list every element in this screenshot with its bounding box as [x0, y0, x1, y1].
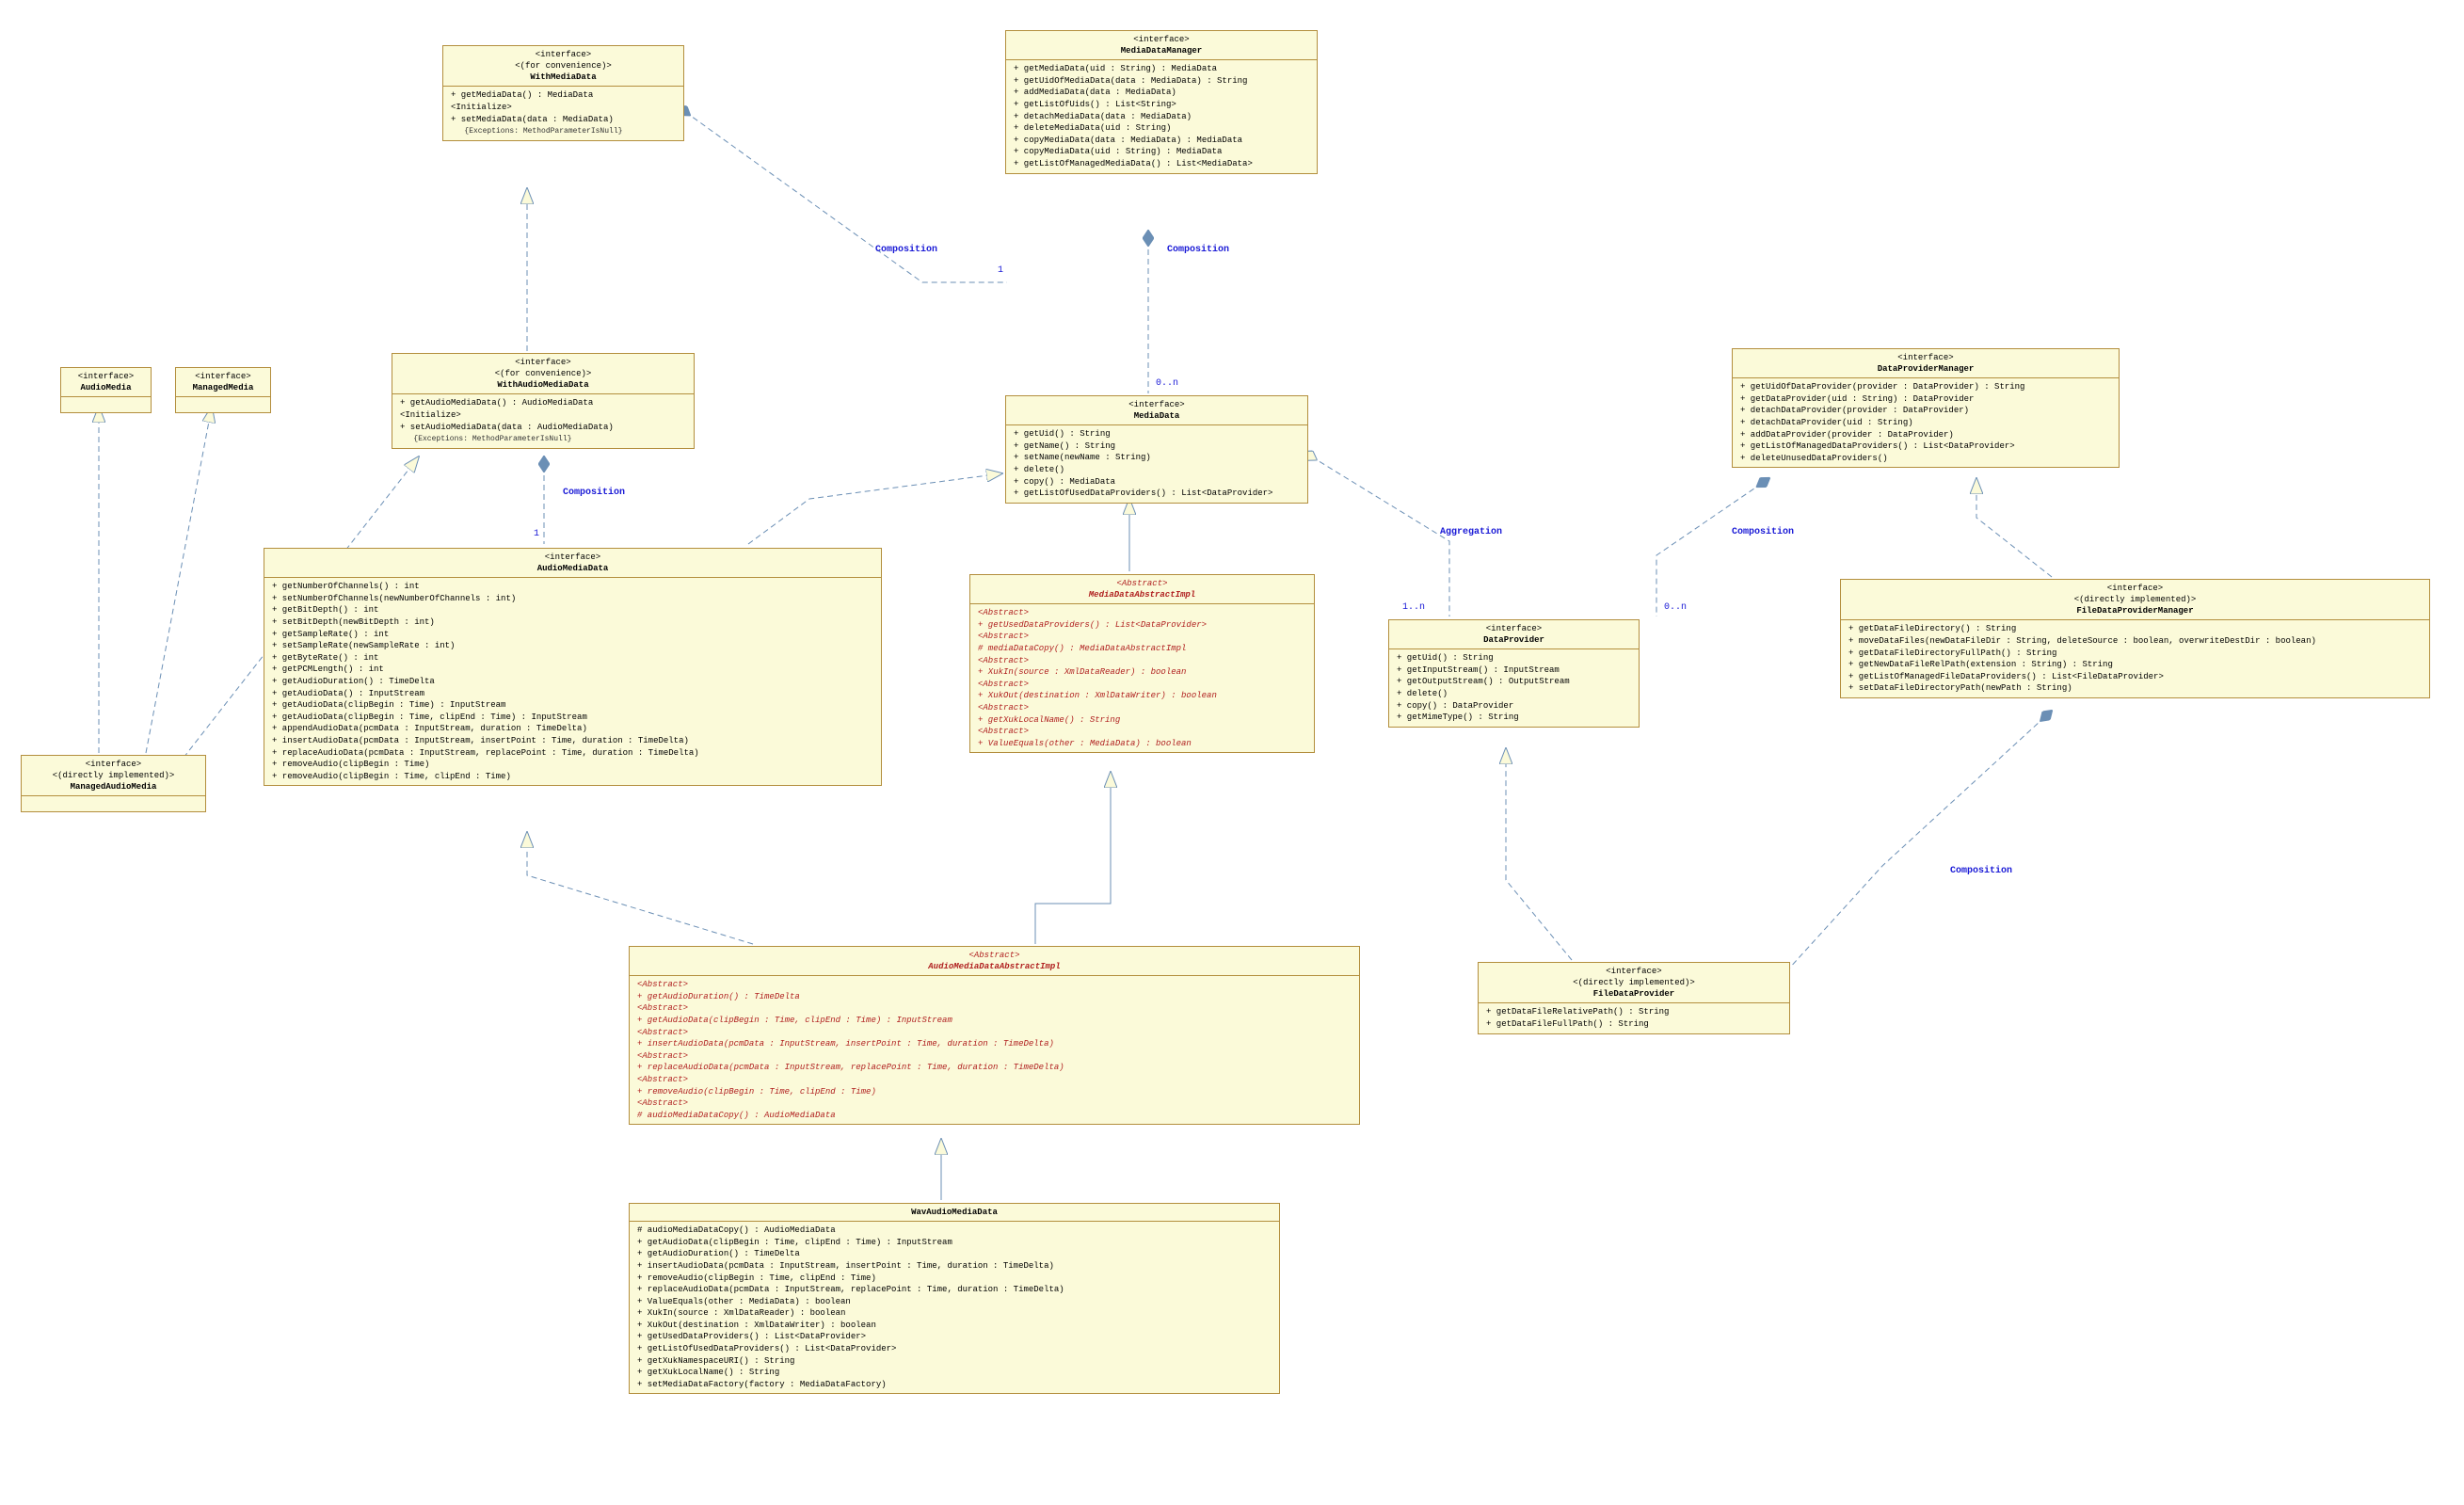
header: <interface> <(directly implemented)> Fil… — [1841, 580, 2429, 620]
header: <interface> <(for convenience)> WithMedi… — [443, 46, 683, 87]
header: <interface> MediaDataManager — [1006, 31, 1317, 60]
box-media-data-abstract-impl: <Abstract> MediaDataAbstractImpl <Abstra… — [969, 574, 1315, 753]
header: <interface> AudioMediaData — [264, 549, 881, 578]
header: <interface> DataProvider — [1389, 620, 1639, 649]
mult-1a: 1 — [998, 265, 1003, 276]
box-wav-audio-media-data: WavAudioMediaData # audioMediaDataCopy()… — [629, 1203, 1280, 1394]
header: <interface> <(for convenience)> WithAudi… — [392, 354, 694, 394]
label-composition-5: Composition — [1950, 866, 2012, 876]
ops: + getNumberOfChannels() : int + setNumbe… — [264, 578, 881, 785]
ops: # audioMediaDataCopy() : AudioMediaData … — [630, 1222, 1279, 1393]
header: <interface> MediaData — [1006, 396, 1307, 425]
ops: <Abstract> + getUsedDataProviders() : Li… — [970, 604, 1314, 752]
box-audio-media: <interface> AudioMedia — [60, 367, 152, 413]
label-aggregation-1: Aggregation — [1440, 527, 1502, 537]
box-data-provider-manager: <interface> DataProviderManager + getUid… — [1732, 348, 2120, 468]
label-composition-4: Composition — [1732, 527, 1794, 537]
ops: + getUid() : String + getInputStream() :… — [1389, 649, 1639, 727]
box-managed-audio-media: <interface> <(directly implemented)> Man… — [21, 755, 206, 812]
ops: + getMediaData() : MediaData <Initialize… — [443, 87, 683, 139]
ops: + getDataFileDirectory() : String + move… — [1841, 620, 2429, 697]
box-file-data-provider-manager: <interface> <(directly implemented)> Fil… — [1840, 579, 2430, 698]
header: <interface> <(directly implemented)> Fil… — [1479, 963, 1789, 1003]
header: <interface> <(directly implemented)> Man… — [22, 756, 205, 796]
mult-3a: 1..n — [1402, 602, 1425, 613]
header: WavAudioMediaData — [630, 1204, 1279, 1222]
header: <interface> ManagedMedia — [176, 368, 270, 397]
ops: + getUidOfDataProvider(provider : DataPr… — [1733, 378, 2119, 467]
ops: + getDataFileRelativePath() : String + g… — [1479, 1003, 1789, 1033]
label-composition-3: Composition — [563, 488, 625, 498]
box-media-data: <interface> MediaData + getUid() : Strin… — [1005, 395, 1308, 504]
header: <Abstract> AudioMediaDataAbstractImpl — [630, 947, 1359, 976]
header: <interface> DataProviderManager — [1733, 349, 2119, 378]
box-data-provider: <interface> DataProvider + getUid() : St… — [1388, 619, 1640, 728]
ops: + getAudioMediaData() : AudioMediaData <… — [392, 394, 694, 447]
box-with-audio-media-data: <interface> <(for convenience)> WithAudi… — [392, 353, 695, 449]
header: <interface> AudioMedia — [61, 368, 151, 397]
label-composition-1: Composition — [875, 245, 937, 255]
mult-1b: 0..n — [1156, 378, 1178, 389]
box-audio-media-data: <interface> AudioMediaData + getNumberOf… — [264, 548, 882, 786]
box-managed-media: <interface> ManagedMedia — [175, 367, 271, 413]
box-media-data-manager: <interface> MediaDataManager + getMediaD… — [1005, 30, 1318, 174]
label-composition-2: Composition — [1167, 245, 1229, 255]
box-file-data-provider: <interface> <(directly implemented)> Fil… — [1478, 962, 1790, 1034]
box-audio-media-data-abstract-impl: <Abstract> AudioMediaDataAbstractImpl <A… — [629, 946, 1360, 1125]
ops: <Abstract> + getAudioDuration() : TimeDe… — [630, 976, 1359, 1124]
mult-3b: 0..n — [1664, 602, 1687, 613]
header: <Abstract> MediaDataAbstractImpl — [970, 575, 1314, 604]
ops: + getUid() : String + getName() : String… — [1006, 425, 1307, 503]
ops: + getMediaData(uid : String) : MediaData… — [1006, 60, 1317, 172]
mult-2b: 1 — [534, 529, 539, 539]
box-with-media-data: <interface> <(for convenience)> WithMedi… — [442, 45, 684, 141]
